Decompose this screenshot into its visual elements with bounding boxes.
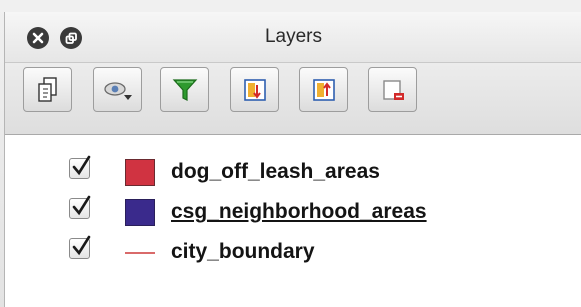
layers-panel: Layers dog_off_leash_areas csg_neighborh… <box>4 12 581 307</box>
panel-title: Layers <box>264 26 323 47</box>
expand-all-button[interactable] <box>230 67 279 112</box>
checkmark-icon <box>72 235 91 256</box>
layers-toolbar <box>5 63 581 135</box>
filter-legend-button[interactable] <box>160 67 209 112</box>
remove-layer-button[interactable] <box>368 67 417 112</box>
layer-name: csg_neighborhood_areas <box>171 200 427 223</box>
layer-name: dog_off_leash_areas <box>171 160 380 183</box>
layer-row-city-boundary[interactable]: city_boundary <box>5 234 581 270</box>
remove-layer-icon <box>382 79 404 100</box>
checkmark-icon <box>72 155 91 176</box>
fill-symbol-swatch <box>125 199 155 226</box>
expand-all-icon <box>243 78 266 101</box>
layer-row-csg-neighborhood-areas[interactable]: csg_neighborhood_areas <box>5 194 581 230</box>
funnel-icon <box>172 78 197 101</box>
checkmark-icon <box>72 195 91 216</box>
collapse-all-icon <box>312 78 335 101</box>
line-symbol <box>125 252 155 254</box>
layer-tree: dog_off_leash_areas csg_neighborhood_are… <box>5 135 581 307</box>
layer-visibility-checkbox[interactable] <box>69 155 91 179</box>
collapse-all-button[interactable] <box>299 67 348 112</box>
layer-row-dog-off-leash-areas[interactable]: dog_off_leash_areas <box>5 154 581 190</box>
eye-dropdown-icon <box>103 81 132 100</box>
layer-name: city_boundary <box>171 240 315 263</box>
title-bar: Layers <box>5 12 581 63</box>
add-group-button[interactable] <box>23 67 72 112</box>
layer-visibility-checkbox[interactable] <box>69 195 91 219</box>
manage-visibility-button[interactable] <box>93 67 142 112</box>
add-group-icon <box>37 76 57 102</box>
layer-visibility-checkbox[interactable] <box>69 235 91 259</box>
fill-symbol-swatch <box>125 159 155 186</box>
